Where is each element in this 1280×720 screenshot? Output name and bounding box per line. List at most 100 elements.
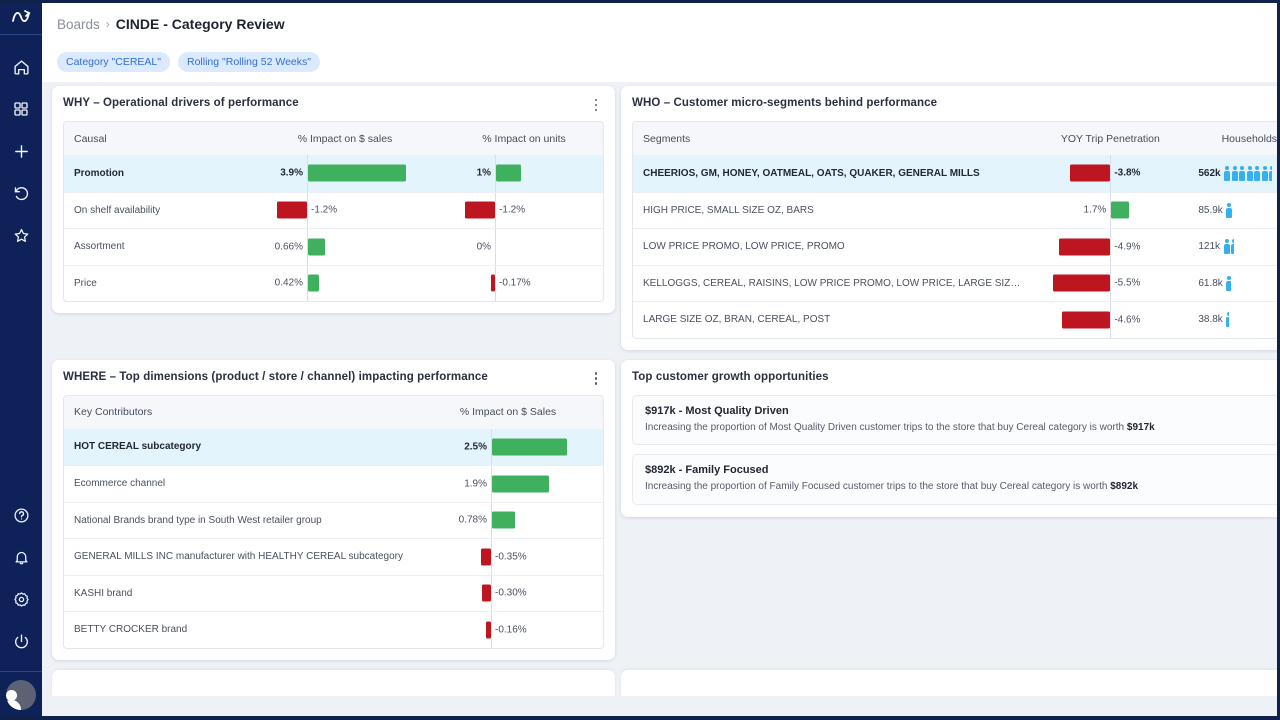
- why-row-label: Promotion: [74, 167, 124, 179]
- plus-icon[interactable]: [9, 139, 33, 163]
- where-sales-bar: [482, 584, 492, 602]
- why-table: Causal % Impact on $ sales % Impact on u…: [63, 121, 605, 302]
- who-penetration-value: -4.9%: [1114, 241, 1141, 253]
- card-where-header: WHERE – Top dimensions (product / store …: [52, 360, 615, 389]
- table-row[interactable]: BETTY CROCKER brand -0.16%: [64, 611, 604, 648]
- why-units-cell: -0.17%: [445, 265, 603, 301]
- who-row-label: LOW PRICE PROMO, LOW PRICE, PROMO: [643, 241, 845, 253]
- table-row[interactable]: HOT CEREAL subcategory 2.5%: [64, 428, 604, 465]
- person-icon: [1254, 165, 1261, 181]
- home-icon[interactable]: [9, 55, 33, 79]
- table-row[interactable]: Promotion 3.9% 1%: [64, 155, 604, 192]
- why-table-header-row: Causal % Impact on $ sales % Impact on u…: [64, 122, 604, 155]
- why-col-units: % Impact on units: [482, 132, 566, 145]
- table-row[interactable]: KASHI brand -0.30%: [64, 574, 604, 611]
- why-units-value: 0%: [476, 241, 492, 253]
- who-col-households: Households: [1221, 132, 1278, 145]
- zero-axis-line: [1110, 302, 1112, 338]
- active-filter-chips: Category "CEREAL" Rolling "Rolling 52 We…: [42, 48, 1280, 82]
- table-row[interactable]: GENERAL MILLS INC manufacturer with HEAL…: [64, 538, 604, 575]
- zero-axis-line: [1110, 155, 1112, 192]
- filter-chip-rolling[interactable]: Rolling "Rolling 52 Weeks": [178, 52, 320, 72]
- where-sales-value: 1.9%: [464, 478, 488, 490]
- where-row-label: GENERAL MILLS INC manufacturer with HEAL…: [74, 551, 404, 563]
- where-sales-value: -0.35%: [495, 551, 527, 563]
- why-sales-bar: [308, 238, 325, 256]
- why-sales-cell: 0.42%: [245, 265, 445, 301]
- growth-opportunity-list: $917k - Most Quality Driven Increasing t…: [621, 389, 1280, 517]
- why-sales-value: 3.9%: [280, 167, 304, 179]
- person-icon: [1223, 239, 1230, 255]
- history-icon[interactable]: [9, 181, 33, 205]
- zero-axis-line: [491, 612, 493, 648]
- why-units-bar: [496, 164, 522, 182]
- zero-axis-line: [307, 192, 309, 228]
- growth-opportunity-title: $892k - Family Focused: [645, 464, 769, 476]
- table-row[interactable]: HIGH PRICE, SMALL SIZE OZ, BARS 1.7% 85.…: [633, 191, 1280, 229]
- avatar[interactable]: [6, 680, 36, 710]
- kebab-menu-icon[interactable]: [589, 371, 603, 387]
- gear-icon[interactable]: [9, 587, 33, 611]
- why-col-sales: % Impact on $ sales: [297, 132, 393, 145]
- where-sales-value: -0.16%: [495, 624, 527, 636]
- who-households-cell: 38.8k: [1190, 302, 1280, 338]
- breadcrumb-boards-link[interactable]: Boards: [57, 17, 100, 32]
- why-sales-bar: [308, 164, 406, 182]
- why-col-causal: Causal: [74, 132, 107, 145]
- who-row-label: HIGH PRICE, SMALL SIZE OZ, BARS: [643, 204, 814, 216]
- growth-opportunity-title: $917k - Most Quality Driven: [645, 404, 789, 417]
- card-next-left-partial: [52, 669, 616, 696]
- card-why-header: WHY – Operational drivers of performance: [52, 86, 615, 115]
- kebab-menu-icon[interactable]: [589, 97, 603, 113]
- bell-icon[interactable]: [9, 545, 33, 569]
- help-circle-icon[interactable]: [9, 503, 33, 527]
- why-units-value: -0.17%: [499, 277, 531, 289]
- who-table-body: CHEERIOS, GM, HONEY, OATMEAL, OATS, QUAK…: [633, 155, 1280, 338]
- why-units-value: 1%: [476, 167, 492, 179]
- why-units-cell: 0%: [445, 229, 603, 265]
- where-sales-value: -0.30%: [495, 587, 527, 599]
- window-top-edge: [0, 0, 1280, 3]
- card-why-title: WHY – Operational drivers of performance: [63, 97, 299, 109]
- table-row[interactable]: LARGE SIZE OZ, BRAN, CEREAL, POST -4.6% …: [633, 301, 1280, 338]
- zero-axis-line: [1110, 265, 1112, 301]
- where-sales-cell: 1.9%: [413, 466, 603, 502]
- why-sales-cell: 3.9%: [245, 155, 445, 192]
- who-households-cell: 85.9k: [1190, 193, 1280, 229]
- zero-axis-line: [491, 575, 493, 611]
- apps-grid-icon[interactable]: [9, 97, 33, 121]
- where-sales-bar: [480, 548, 492, 566]
- filter-chip-category[interactable]: Category "CEREAL": [57, 52, 170, 72]
- who-households-cell: 61.8k: [1190, 266, 1280, 302]
- table-row[interactable]: CHEERIOS, GM, HONEY, OATMEAL, OATS, QUAK…: [633, 155, 1280, 192]
- where-sales-cell: -0.30%: [413, 575, 603, 611]
- zero-axis-line: [1110, 229, 1112, 265]
- where-table: Key Contributors % Impact on $ Sales HOT…: [63, 394, 605, 649]
- why-row-label: Price: [74, 277, 97, 289]
- who-penetration-cell: -4.9%: [1030, 229, 1190, 265]
- growth-opportunity-item[interactable]: $892k - Family Focused Increasing the pr…: [632, 454, 1280, 505]
- growth-opportunity-item[interactable]: $917k - Most Quality Driven Increasing t…: [632, 394, 1280, 445]
- power-icon[interactable]: [9, 629, 33, 653]
- table-row[interactable]: KELLOGGS, CEREAL, RAISINS, LOW PRICE PRO…: [633, 264, 1280, 302]
- why-row-label: Assortment: [74, 241, 125, 253]
- households-pictogram: [1226, 275, 1232, 291]
- table-row[interactable]: Assortment 0.66% 0%: [64, 228, 604, 265]
- who-penetration-cell: -3.8%: [1030, 155, 1190, 192]
- who-households-cell: 562k: [1190, 155, 1280, 192]
- why-sales-cell: -1.2%: [245, 192, 445, 228]
- table-row[interactable]: LOW PRICE PROMO, LOW PRICE, PROMO -4.9% …: [633, 228, 1280, 265]
- card-growth-title: Top customer growth opportunities: [632, 370, 829, 383]
- table-row[interactable]: National Brands brand type in South West…: [64, 501, 604, 538]
- where-sales-value: 2.5%: [464, 441, 488, 453]
- brand-logo-icon[interactable]: [0, 0, 42, 34]
- card-growth-opportunities: Top customer growth opportunities $917k …: [621, 359, 1280, 517]
- who-penetration-cell: -5.5%: [1030, 265, 1190, 301]
- who-households-value: 61.8k: [1198, 277, 1223, 289]
- table-row[interactable]: On shelf availability -1.2% -1.2%: [64, 191, 604, 228]
- window-bottom-edge: [0, 716, 1280, 720]
- person-icon: [1226, 202, 1233, 218]
- star-icon[interactable]: [9, 223, 33, 247]
- table-row[interactable]: Price 0.42% -0.17%: [64, 264, 604, 301]
- table-row[interactable]: Ecommerce channel 1.9%: [64, 465, 604, 502]
